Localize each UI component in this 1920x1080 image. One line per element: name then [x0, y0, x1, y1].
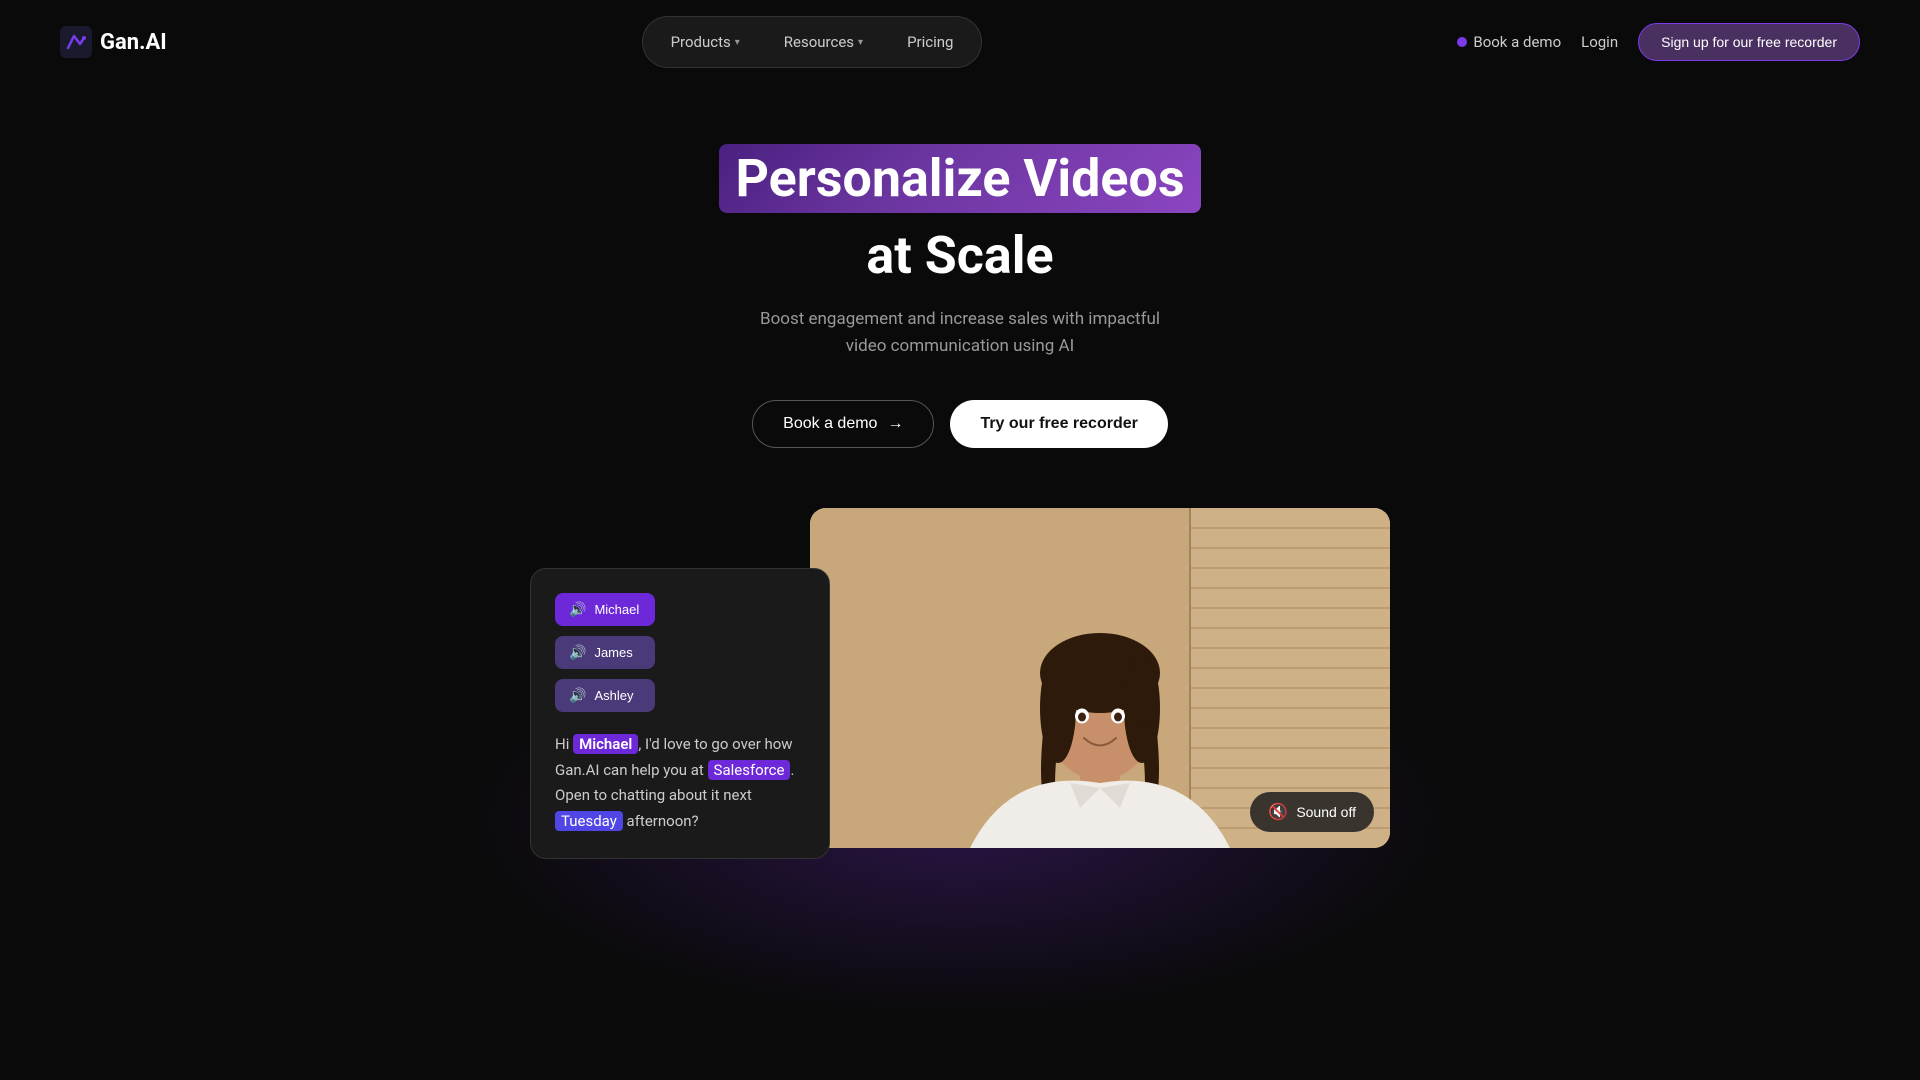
highlight-day: Tuesday — [555, 811, 623, 831]
nav-products[interactable]: Products ▾ — [651, 25, 760, 59]
nav-menu: Products ▾ Resources ▾ Pricing — [642, 16, 983, 68]
hero-title-main: at Scale — [20, 225, 1900, 286]
nav-pricing[interactable]: Pricing — [887, 25, 973, 59]
personalization-panel: 🔊 Michael 🔊 James 🔊 Ashley Hi Michael, I… — [530, 568, 830, 859]
logo-icon — [60, 26, 92, 58]
logo[interactable]: Gan.AI — [60, 26, 167, 58]
speaker-icon: 🔊 — [569, 601, 586, 618]
video-player[interactable]: 🔇 Sound off — [810, 508, 1390, 848]
highlight-name: Michael — [573, 734, 638, 754]
arrow-icon: → — [887, 415, 903, 433]
nav-right-actions: Book a demo Login Sign up for our free r… — [1457, 23, 1860, 61]
speech-text: Hi Michael, I'd love to go over how Gan.… — [555, 732, 805, 834]
person-buttons: 🔊 Michael 🔊 James 🔊 Ashley — [555, 593, 805, 712]
try-recorder-button[interactable]: Try our free recorder — [950, 400, 1167, 448]
book-demo-link[interactable]: Book a demo — [1457, 33, 1561, 51]
mute-icon: 🔇 — [1268, 802, 1288, 822]
speaker-icon: 🔊 — [569, 644, 586, 661]
nav-resources[interactable]: Resources ▾ — [764, 25, 883, 59]
login-link[interactable]: Login — [1581, 33, 1618, 51]
hero-subtitle: Boost engagement and increase sales with… — [740, 306, 1180, 360]
video-section: 🔊 Michael 🔊 James 🔊 Ashley Hi Michael, I… — [0, 488, 1920, 919]
hero-section: Personalize Videos at Scale Boost engage… — [0, 84, 1920, 488]
person-michael-button[interactable]: 🔊 Michael — [555, 593, 655, 626]
hero-title-highlight: Personalize Videos — [20, 144, 1900, 221]
person-ashley-button[interactable]: 🔊 Ashley — [555, 679, 655, 712]
signup-button[interactable]: Sign up for our free recorder — [1638, 23, 1860, 61]
highlight-company: Salesforce — [708, 760, 791, 780]
navbar: Gan.AI Products ▾ Resources ▾ Pricing Bo… — [0, 0, 1920, 84]
book-demo-button[interactable]: Book a demo → — [752, 400, 934, 448]
hero-buttons: Book a demo → Try our free recorder — [20, 400, 1900, 448]
dot-icon — [1457, 37, 1467, 47]
person-james-button[interactable]: 🔊 James — [555, 636, 655, 669]
speaker-icon: 🔊 — [569, 687, 586, 704]
sound-off-button[interactable]: 🔇 Sound off — [1250, 792, 1374, 832]
chevron-down-icon: ▾ — [735, 37, 740, 48]
chevron-down-icon: ▾ — [858, 37, 863, 48]
